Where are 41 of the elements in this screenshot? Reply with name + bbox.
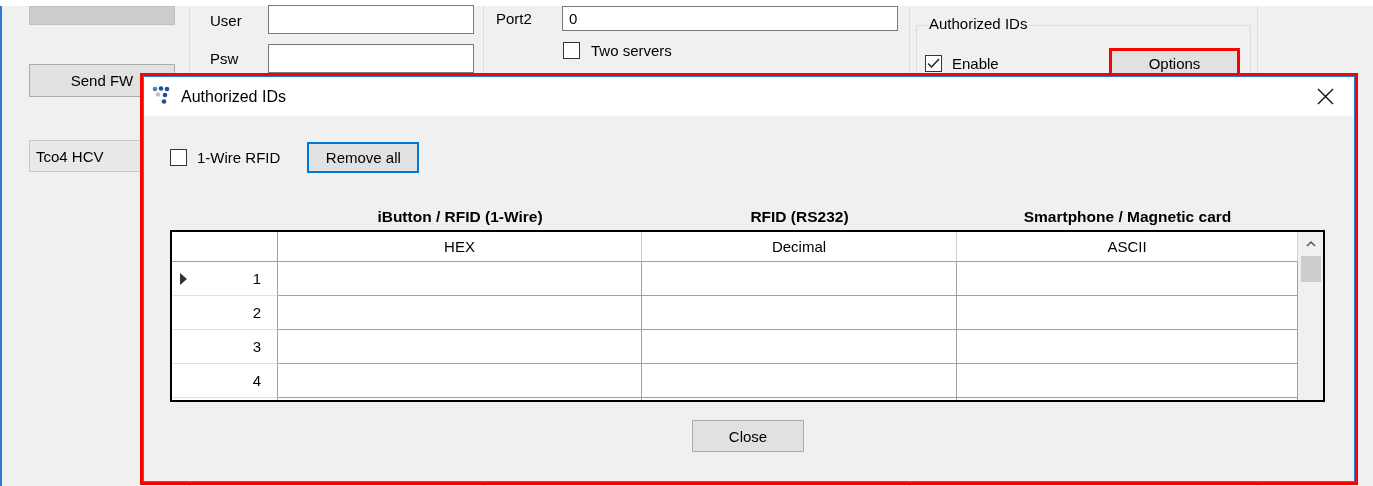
column-header[interactable]: Decimal — [642, 232, 957, 262]
scroll-up-icon[interactable] — [1305, 240, 1316, 247]
table-cell[interactable] — [278, 330, 642, 364]
two-servers-label: Two servers — [591, 42, 672, 59]
password-label: Psw — [210, 50, 240, 67]
remove-all-button[interactable]: Remove all — [307, 142, 420, 173]
one-wire-label: 1-Wire RFID — [197, 149, 281, 166]
table-cell[interactable] — [278, 296, 642, 330]
table-cell[interactable] — [642, 262, 957, 296]
group-title: Authorized IDs — [927, 15, 1030, 32]
checkbox[interactable] — [925, 54, 942, 72]
table-cell[interactable] — [642, 296, 957, 330]
table-cell[interactable] — [957, 364, 1298, 398]
password-field[interactable] — [268, 44, 474, 73]
row-number: 1 — [252, 270, 261, 287]
column-group-heading: RFID (RS232) — [749, 207, 850, 226]
close-button[interactable]: Close — [692, 420, 804, 452]
user-label: User — [210, 11, 243, 29]
checkbox[interactable] — [563, 42, 580, 59]
column-group-heading: Smartphone / Magnetic card — [1022, 207, 1233, 226]
port2-label: Port2 — [496, 10, 533, 27]
row-number: 4 — [252, 372, 261, 389]
enable-label: Enable — [952, 54, 999, 72]
checkbox[interactable] — [170, 149, 187, 166]
table-cell[interactable] — [957, 296, 1298, 330]
row-number: 3 — [252, 338, 261, 355]
row-number: 2 — [252, 304, 261, 321]
scrollbar-thumb[interactable] — [1300, 256, 1321, 282]
scrollbar[interactable] — [1298, 232, 1323, 400]
user-field[interactable] — [268, 5, 474, 34]
table-cell[interactable] — [642, 364, 957, 398]
table-cell[interactable] — [278, 364, 642, 398]
port2-field[interactable]: 0 — [562, 6, 898, 31]
column-group-heading: iButton / RFID (1-Wire) — [376, 207, 544, 226]
dialog-title: Authorized IDs — [181, 87, 287, 106]
table-cell[interactable] — [957, 330, 1298, 364]
table-cell[interactable] — [957, 262, 1298, 296]
column-header[interactable]: ASCII — [957, 232, 1298, 262]
column-header[interactable]: HEX — [278, 232, 642, 262]
table-cell[interactable] — [642, 330, 957, 364]
table-cell[interactable] — [278, 262, 642, 296]
